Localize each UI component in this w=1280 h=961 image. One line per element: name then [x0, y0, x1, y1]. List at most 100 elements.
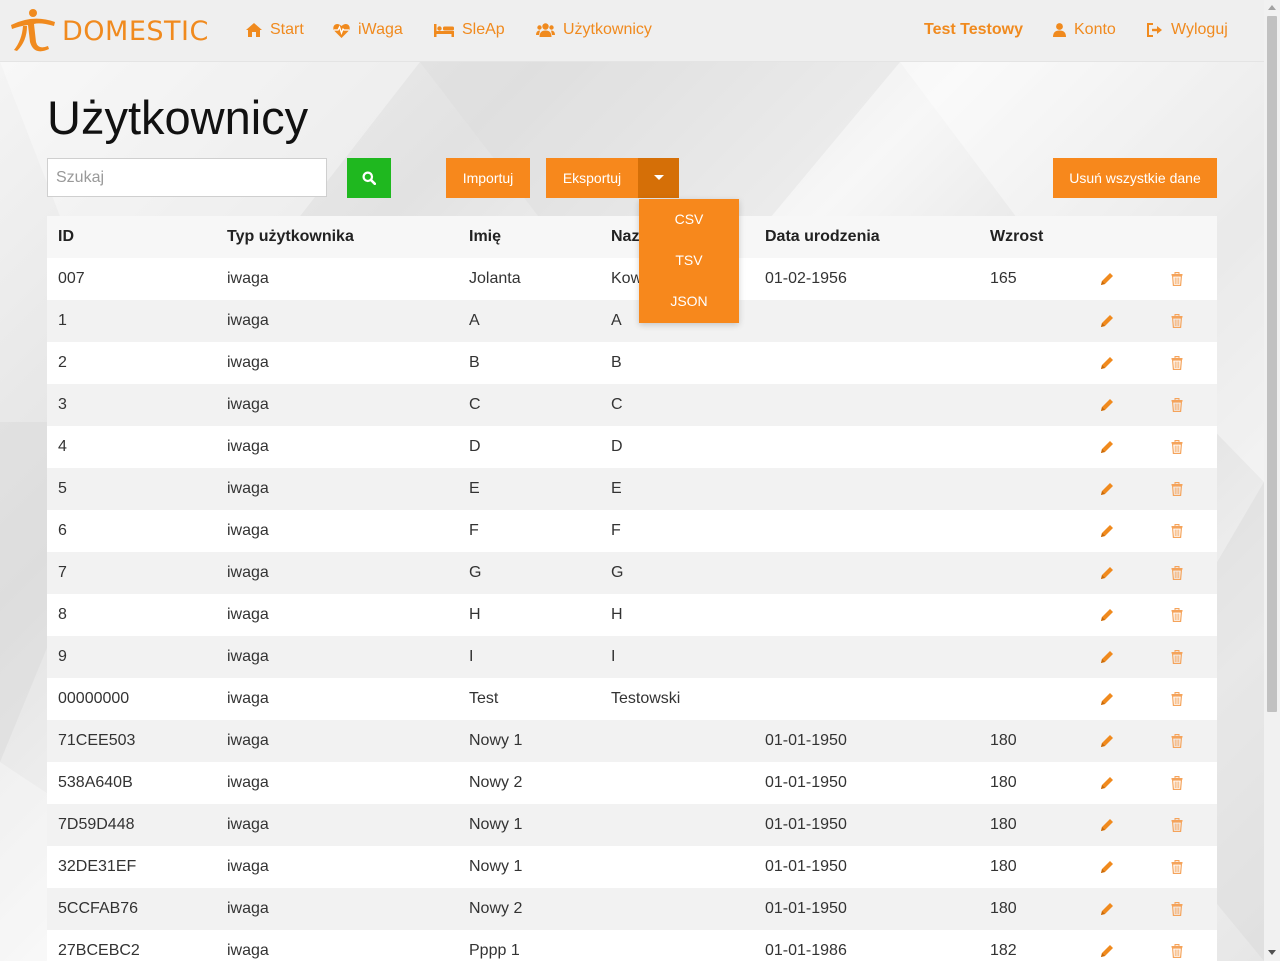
edit-button[interactable] [1078, 258, 1136, 300]
trash-icon [1171, 439, 1182, 454]
users-icon [536, 23, 555, 37]
delete-button[interactable] [1136, 762, 1217, 804]
nav-account[interactable]: Konto [1053, 19, 1116, 41]
cell-first-name: Pppp 1 [458, 930, 600, 961]
edit-button[interactable] [1078, 678, 1136, 720]
column-header-id[interactable]: ID [47, 216, 216, 258]
table-row[interactable]: 71CEE503 iwaga Nowy 1 01-01-1950 180 [47, 720, 1217, 762]
table-row[interactable]: 538A640B iwaga Nowy 2 01-01-1950 180 [47, 762, 1217, 804]
table-row[interactable]: 8 iwaga H H [47, 594, 1217, 636]
bed-icon [434, 23, 454, 37]
cell-birth-date [754, 384, 979, 426]
edit-button[interactable] [1078, 888, 1136, 930]
delete-button[interactable] [1136, 636, 1217, 678]
table-row[interactable]: 27BCEBC2 iwaga Pppp 1 01-01-1986 182 [47, 930, 1217, 961]
column-header-delete [1136, 216, 1217, 258]
edit-button[interactable] [1078, 300, 1136, 342]
edit-button[interactable] [1078, 804, 1136, 846]
cell-last-name: B [600, 342, 754, 384]
delete-button[interactable] [1136, 552, 1217, 594]
nav-users[interactable]: Użytkownicy [536, 19, 652, 41]
table-row[interactable]: 4 iwaga D D [47, 426, 1217, 468]
cell-height [979, 594, 1078, 636]
column-header-birth-date[interactable]: Data urodzenia [754, 216, 979, 258]
cell-height: 180 [979, 846, 1078, 888]
cell-id: 7D59D448 [47, 804, 216, 846]
export-option-json[interactable]: JSON [639, 281, 739, 322]
delete-all-button[interactable]: Usuń wszystkie dane [1053, 158, 1217, 198]
edit-button[interactable] [1078, 552, 1136, 594]
table-row[interactable]: 9 iwaga I I [47, 636, 1217, 678]
delete-button[interactable] [1136, 384, 1217, 426]
nav-user-name[interactable]: Test Testowy [924, 19, 1023, 41]
nav-logout[interactable]: Wyloguj [1147, 19, 1228, 41]
cell-id: 9 [47, 636, 216, 678]
trash-icon [1171, 565, 1182, 580]
delete-button[interactable] [1136, 846, 1217, 888]
cell-birth-date [754, 468, 979, 510]
edit-button[interactable] [1078, 930, 1136, 961]
trash-icon [1171, 691, 1182, 706]
delete-button[interactable] [1136, 888, 1217, 930]
scrollbar-thumb[interactable] [1267, 16, 1277, 712]
cell-last-name [600, 888, 754, 930]
cell-birth-date [754, 426, 979, 468]
edit-button[interactable] [1078, 510, 1136, 552]
trash-icon [1171, 733, 1182, 748]
delete-button[interactable] [1136, 678, 1217, 720]
nav-sleap[interactable]: SleAp [434, 19, 505, 41]
delete-button[interactable] [1136, 426, 1217, 468]
export-dropdown-toggle[interactable] [638, 158, 679, 198]
table-row[interactable]: 5 iwaga E E [47, 468, 1217, 510]
export-button[interactable]: Eksportuj [546, 158, 638, 198]
edit-button[interactable] [1078, 468, 1136, 510]
table-row[interactable]: 6 iwaga F F [47, 510, 1217, 552]
delete-button[interactable] [1136, 342, 1217, 384]
table-row[interactable]: 7D59D448 iwaga Nowy 1 01-01-1950 180 [47, 804, 1217, 846]
edit-button[interactable] [1078, 636, 1136, 678]
delete-button[interactable] [1136, 720, 1217, 762]
edit-button[interactable] [1078, 594, 1136, 636]
delete-button[interactable] [1136, 804, 1217, 846]
nav-users-label: Użytkownicy [563, 21, 652, 38]
table-row[interactable]: 2 iwaga B B [47, 342, 1217, 384]
scroll-down-arrow-icon[interactable] [1268, 950, 1276, 955]
pencil-icon [1101, 272, 1113, 285]
edit-button[interactable] [1078, 846, 1136, 888]
export-option-tsv[interactable]: TSV [639, 240, 739, 281]
table-row[interactable]: 32DE31EF iwaga Nowy 1 01-01-1950 180 [47, 846, 1217, 888]
home-icon [246, 23, 262, 37]
edit-button[interactable] [1078, 762, 1136, 804]
edit-button[interactable] [1078, 426, 1136, 468]
brand-logo[interactable]: DOMESTIC [8, 8, 218, 54]
delete-button[interactable] [1136, 300, 1217, 342]
nav-start[interactable]: Start [246, 19, 304, 41]
search-input[interactable] [47, 158, 327, 197]
import-button[interactable]: Importuj [446, 158, 530, 198]
edit-button[interactable] [1078, 342, 1136, 384]
search-button[interactable] [347, 158, 391, 198]
nav-iwaga[interactable]: iWaga [333, 19, 403, 41]
column-header-first-name[interactable]: Imię [458, 216, 600, 258]
table-row[interactable]: 007 iwaga Jolanta Kow 01-02-1956 165 [47, 258, 1217, 300]
table-row[interactable]: 1 iwaga A A [47, 300, 1217, 342]
delete-button[interactable] [1136, 930, 1217, 961]
column-header-height[interactable]: Wzrost [979, 216, 1078, 258]
table-row[interactable]: 00000000 iwaga Test Testowski [47, 678, 1217, 720]
table-row[interactable]: 3 iwaga C C [47, 384, 1217, 426]
column-header-user-type[interactable]: Typ użytkownika [216, 216, 458, 258]
scroll-up-arrow-icon[interactable] [1268, 5, 1276, 10]
table-row[interactable]: 7 iwaga G G [47, 552, 1217, 594]
edit-button[interactable] [1078, 384, 1136, 426]
table-row[interactable]: 5CCFAB76 iwaga Nowy 2 01-01-1950 180 [47, 888, 1217, 930]
delete-button[interactable] [1136, 510, 1217, 552]
delete-button[interactable] [1136, 594, 1217, 636]
page-scrollbar[interactable] [1264, 0, 1280, 961]
export-option-csv[interactable]: CSV [639, 199, 739, 240]
edit-button[interactable] [1078, 720, 1136, 762]
delete-button[interactable] [1136, 468, 1217, 510]
cell-first-name: C [458, 384, 600, 426]
cell-first-name: H [458, 594, 600, 636]
pencil-icon [1101, 776, 1113, 789]
delete-button[interactable] [1136, 258, 1217, 300]
